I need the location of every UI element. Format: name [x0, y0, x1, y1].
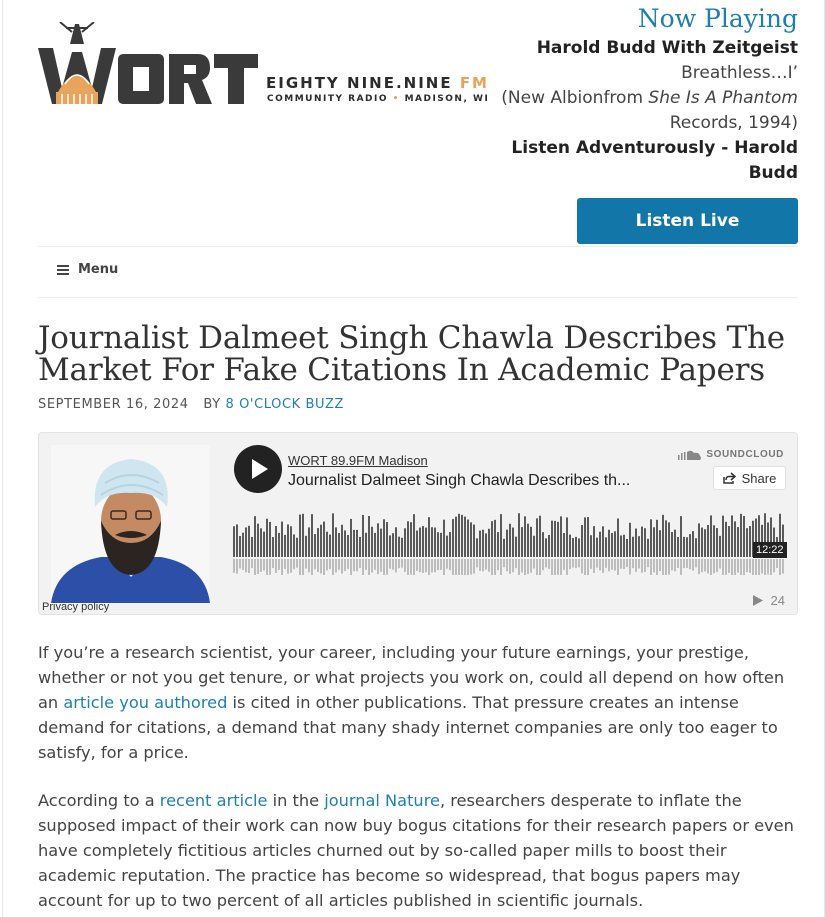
menu-toggle[interactable]: Menu	[57, 262, 118, 277]
article-author-link[interactable]: 8 O'CLOCK BUZZ	[226, 397, 344, 412]
now-playing-heading: Now Playing	[637, 4, 798, 33]
now-playing-album: (New Albionfrom She Is A Phantom Records…	[501, 88, 798, 133]
logo-subtagline: COMMUNITY RADIO • MADISON, WI	[267, 94, 490, 104]
article-title: Journalist Dalmeet Singh Chawla Describe…	[38, 320, 785, 388]
soundcloud-brand[interactable]: SOUNDCLOUD	[678, 449, 784, 460]
now-playing-show[interactable]: Listen Adventurously - Harold Budd	[498, 136, 798, 186]
track-artwork[interactable]	[51, 445, 210, 603]
divider	[38, 297, 798, 298]
article-paragraph-1: If you’re a research scientist, your car…	[38, 643, 785, 762]
waveform[interactable]	[233, 513, 786, 575]
article-you-authored-link[interactable]: article you authored	[63, 693, 227, 712]
listen-live-button[interactable]: Listen Live	[577, 198, 798, 244]
wort-wordmark-logo	[38, 22, 258, 104]
share-icon	[722, 472, 736, 484]
play-button[interactable]	[234, 445, 282, 493]
wort-logo[interactable]: EIGHTY NINE.NINE FM COMMUNITY RADIO • MA…	[38, 22, 488, 112]
journal-nature-link[interactable]: journal Nature	[324, 791, 440, 810]
hamburger-icon	[57, 264, 69, 275]
article-date: SEPTEMBER 16, 2024	[38, 397, 189, 412]
now-playing-widget: Now Playing Harold Budd With Zeitgeist B…	[498, 2, 798, 186]
divider	[38, 246, 798, 247]
soundcloud-icon	[678, 450, 702, 460]
player-track-title[interactable]: Journalist Dalmeet Singh Chawla Describe…	[288, 472, 630, 490]
now-playing-track: Breathless…I’	[681, 63, 798, 83]
track-duration: 12:22	[753, 542, 787, 558]
play-count: 24	[752, 593, 785, 608]
privacy-policy-link[interactable]: Privacy policy	[42, 601, 109, 613]
play-count-icon	[752, 595, 763, 606]
player-station-link[interactable]: WORT 89.9FM Madison	[288, 453, 428, 468]
article-meta: SEPTEMBER 16, 2024 BY 8 O'CLOCK BUZZ	[38, 397, 344, 412]
article-by: BY	[203, 397, 221, 412]
logo-tagline: EIGHTY NINE.NINE FM	[266, 74, 489, 92]
recent-article-link[interactable]: recent article	[160, 791, 268, 810]
play-icon	[252, 459, 268, 479]
now-playing-artist: Harold Budd With Zeitgeist	[536, 38, 798, 58]
share-button[interactable]: Share	[713, 466, 786, 490]
portrait-image	[51, 445, 210, 603]
menu-label: Menu	[78, 262, 119, 277]
soundcloud-player: Privacy policy WORT 89.9FM Madison Journ…	[38, 432, 798, 615]
article-paragraph-2: According to a recent article in the jou…	[38, 791, 794, 910]
